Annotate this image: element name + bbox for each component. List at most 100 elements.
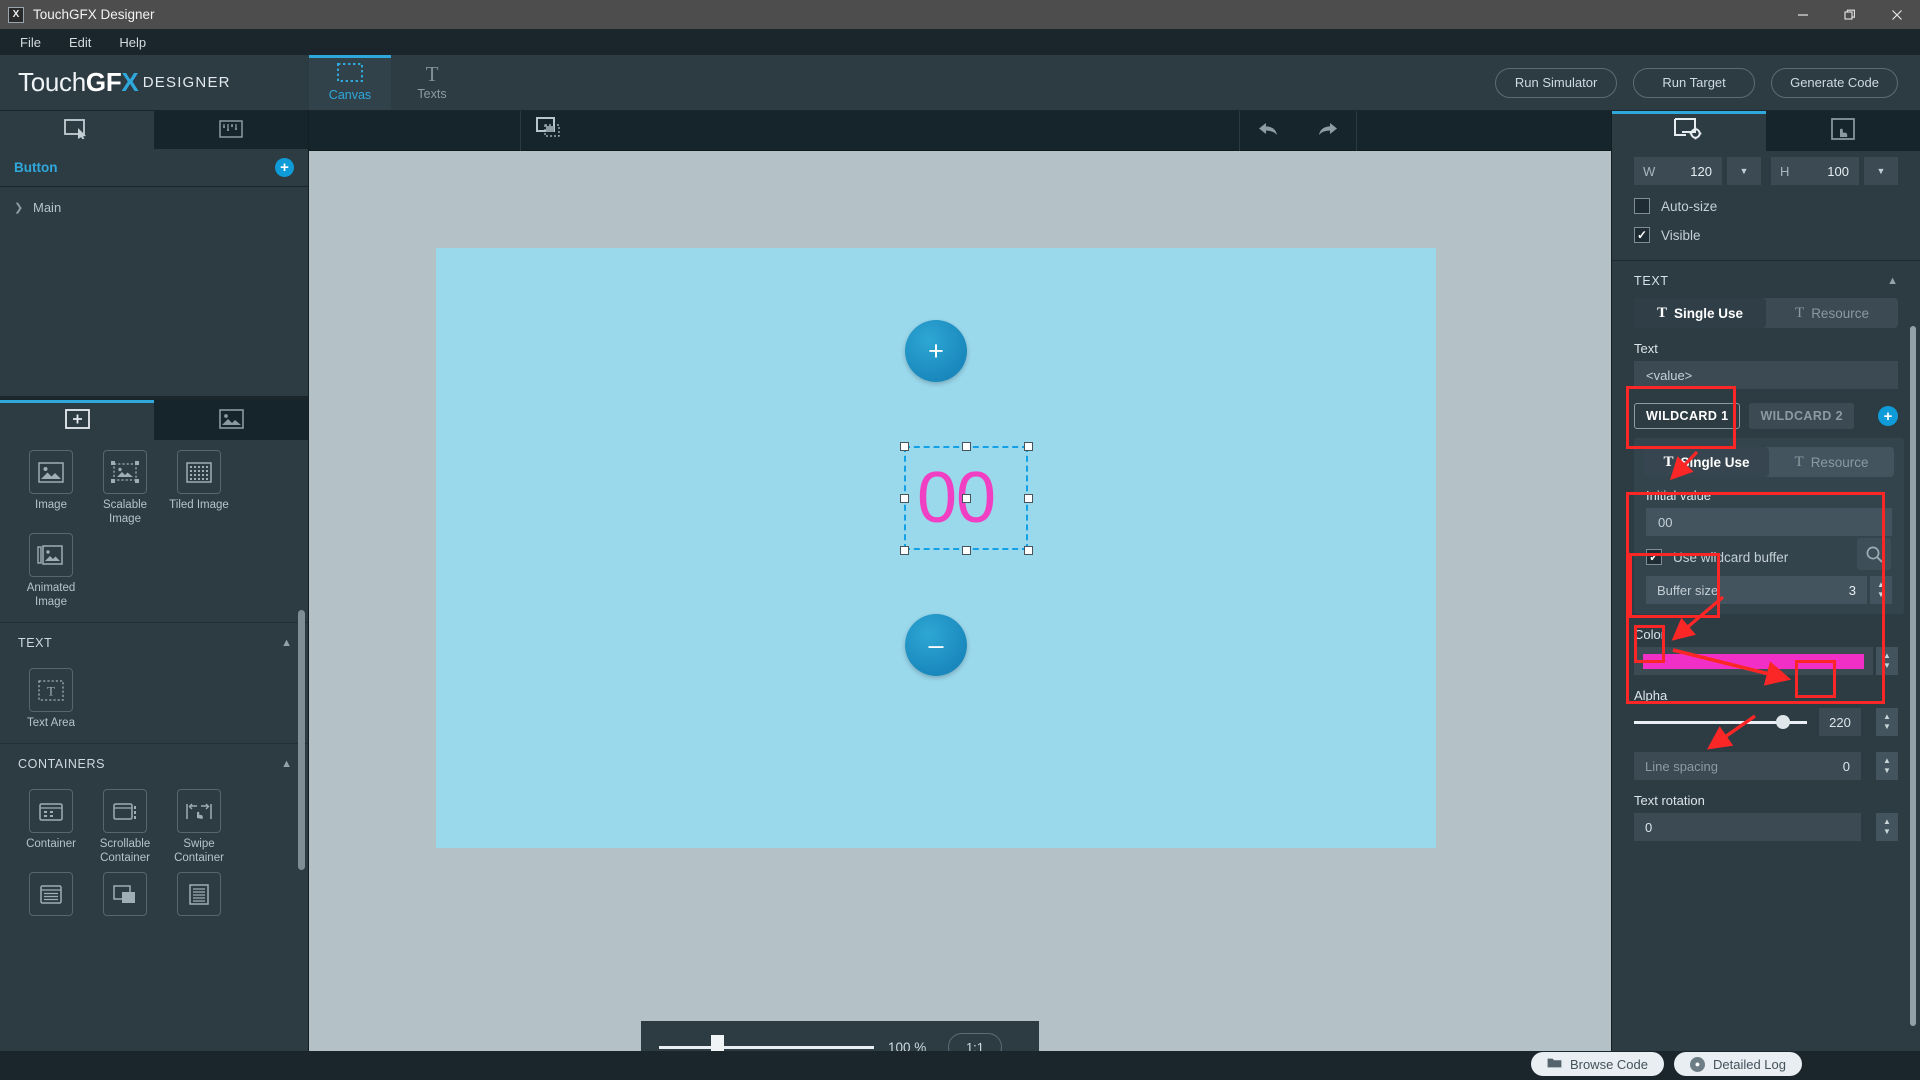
run-simulator-button[interactable]: Run Simulator: [1495, 67, 1618, 98]
widget-text-area[interactable]: T Text Area: [14, 668, 88, 730]
wildcard-tab-1[interactable]: WILDCARD 1: [1634, 403, 1741, 429]
browse-code-button[interactable]: Browse Code: [1530, 1052, 1664, 1076]
stepper-up-icon[interactable]: ▲: [1883, 652, 1891, 660]
canvas-viewport[interactable]: + – 00: [309, 151, 1611, 1080]
undo-button[interactable]: [1240, 111, 1298, 151]
tab-sliders[interactable]: [154, 111, 308, 149]
resize-handle-e[interactable]: [1024, 494, 1033, 503]
text-mode-resource[interactable]: T Resource: [1766, 298, 1898, 328]
tab-screen-cursor[interactable]: [0, 111, 154, 149]
close-icon[interactable]: [1873, 0, 1920, 29]
redo-button[interactable]: [1298, 111, 1356, 151]
text-rotation-field[interactable]: 0: [1634, 813, 1861, 841]
alpha-slider-thumb[interactable]: [1775, 715, 1790, 729]
wildcard-tab-2[interactable]: WILDCARD 2: [1749, 403, 1854, 429]
tab-interactions[interactable]: [1766, 111, 1920, 151]
use-wildcard-buffer-checkbox[interactable]: ✓: [1646, 549, 1662, 565]
auto-size-row[interactable]: Auto-size: [1612, 185, 1920, 214]
widget-swipe-container[interactable]: Swipe Container: [162, 789, 236, 865]
buffer-size-stepper[interactable]: ▲ ▼: [1870, 576, 1892, 604]
widget-list-layout[interactable]: [14, 872, 88, 920]
menu-help[interactable]: Help: [107, 32, 158, 53]
generate-code-button[interactable]: Generate Code: [1771, 67, 1898, 98]
visible-checkbox[interactable]: ✓: [1634, 227, 1650, 243]
text-mode-single-use[interactable]: T Single Use: [1634, 298, 1766, 328]
properties-body[interactable]: W 120 ▼ H 100 ▼ Auto-size ✓ Visible TEXT…: [1612, 151, 1920, 1068]
color-stepper[interactable]: ▲ ▼: [1876, 647, 1898, 675]
stepper-down-icon[interactable]: ▼: [1883, 828, 1891, 836]
plus-circle-icon[interactable]: +: [275, 158, 294, 177]
height-field[interactable]: H 100: [1771, 157, 1859, 185]
tab-add-widget[interactable]: [0, 400, 154, 440]
run-target-button[interactable]: Run Target: [1633, 67, 1756, 98]
plus-round-button[interactable]: +: [905, 320, 967, 382]
tab-texts[interactable]: T Texts: [391, 55, 473, 110]
resize-handle-se[interactable]: [1024, 546, 1033, 555]
plus-circle-icon[interactable]: +: [1878, 406, 1898, 426]
menu-file[interactable]: File: [8, 32, 53, 53]
tree-item-main[interactable]: ❯ Main: [0, 195, 308, 220]
stepper-down-icon[interactable]: ▼: [1883, 767, 1891, 775]
left-panel-scrollbar[interactable]: [298, 610, 305, 870]
text-input[interactable]: <value>: [1634, 361, 1898, 389]
widget-image[interactable]: Image: [14, 450, 88, 526]
widget-tiled-image[interactable]: Tiled Image: [162, 450, 236, 526]
stepper-up-icon[interactable]: ▲: [1877, 581, 1885, 589]
stepper-up-icon[interactable]: ▲: [1883, 818, 1891, 826]
alpha-value[interactable]: 220: [1819, 708, 1861, 736]
selection-box[interactable]: 00: [900, 442, 1033, 555]
window-title: TouchGFX Designer: [33, 7, 155, 22]
resize-handle-w[interactable]: [900, 494, 909, 503]
resize-handle-ne[interactable]: [1024, 442, 1033, 451]
device-screen[interactable]: + – 00: [436, 248, 1436, 848]
tab-properties[interactable]: [1612, 111, 1766, 151]
widget-palette[interactable]: Image Scalable Image Tiled Image Animate…: [0, 440, 308, 1080]
alpha-slider[interactable]: [1634, 712, 1807, 732]
bring-to-front-button[interactable]: [521, 111, 579, 151]
width-field[interactable]: W 120: [1634, 157, 1722, 185]
stepper-down-icon[interactable]: ▼: [1877, 591, 1885, 599]
tab-images[interactable]: [154, 400, 308, 440]
stepper-down-icon[interactable]: ▼: [1883, 723, 1891, 731]
stepper-up-icon[interactable]: ▲: [1883, 757, 1891, 765]
widget-scroll-list[interactable]: [162, 872, 236, 920]
wildcard-mode-resource[interactable]: T Resource: [1769, 447, 1894, 477]
section-text-header[interactable]: TEXT ▲: [0, 623, 308, 658]
widget-animated-image[interactable]: Animated Image: [14, 533, 88, 609]
section-containers-header[interactable]: CONTAINERS ▲: [0, 744, 308, 779]
menu-edit[interactable]: Edit: [57, 32, 103, 53]
resize-handle-s[interactable]: [962, 546, 971, 555]
auto-size-checkbox[interactable]: [1634, 198, 1650, 214]
use-wildcard-buffer-row[interactable]: ✓ Use wildcard buffer: [1634, 536, 1904, 570]
visible-row[interactable]: ✓ Visible: [1612, 214, 1920, 243]
width-dropdown-icon[interactable]: ▼: [1727, 157, 1761, 185]
resize-handle-nw[interactable]: [900, 442, 909, 451]
right-panel-scrollbar[interactable]: [1910, 326, 1916, 1026]
color-swatch[interactable]: [1643, 653, 1864, 669]
widget-container[interactable]: Container: [14, 789, 88, 865]
resize-handle-center[interactable]: [962, 494, 971, 503]
buffer-size-field[interactable]: Buffer size 3: [1646, 576, 1867, 604]
stepper-up-icon[interactable]: ▲: [1883, 713, 1891, 721]
line-spacing-stepper[interactable]: ▲ ▼: [1876, 752, 1898, 780]
minus-round-button[interactable]: –: [905, 614, 967, 676]
resize-handle-n[interactable]: [962, 442, 971, 451]
restore-icon[interactable]: [1826, 0, 1873, 29]
detailed-log-button[interactable]: ● Detailed Log: [1674, 1052, 1802, 1076]
magnifier-icon[interactable]: [1857, 538, 1891, 570]
height-dropdown-icon[interactable]: ▼: [1864, 157, 1898, 185]
alpha-stepper[interactable]: ▲ ▼: [1876, 708, 1898, 736]
widget-modal-window[interactable]: [88, 872, 162, 920]
minimize-icon[interactable]: [1779, 0, 1826, 29]
wildcard-mode-single-use[interactable]: T Single Use: [1644, 447, 1769, 477]
text-rotation-stepper[interactable]: ▲ ▼: [1876, 813, 1898, 841]
color-picker[interactable]: [1634, 647, 1873, 675]
initial-value-input[interactable]: 00: [1646, 508, 1892, 536]
stepper-down-icon[interactable]: ▼: [1883, 662, 1891, 670]
widget-scalable-image[interactable]: Scalable Image: [88, 450, 162, 526]
resize-handle-sw[interactable]: [900, 546, 909, 555]
widget-scrollable-container[interactable]: Scrollable Container: [88, 789, 162, 865]
text-section-header[interactable]: TEXT ▲: [1612, 261, 1920, 298]
line-spacing-field[interactable]: Line spacing 0: [1634, 752, 1861, 780]
tab-canvas[interactable]: Canvas: [309, 55, 391, 110]
